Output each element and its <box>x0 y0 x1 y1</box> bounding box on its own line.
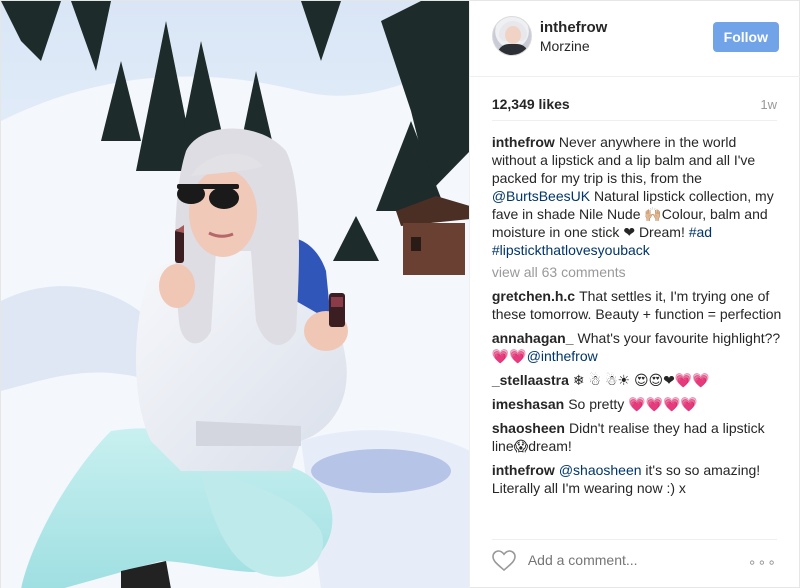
more-options-icon[interactable]: ∘∘∘ <box>748 554 777 571</box>
mention-link[interactable]: @inthefrow <box>527 348 598 364</box>
avatar[interactable] <box>491 16 532 56</box>
post-timestamp[interactable]: 1w <box>760 97 777 112</box>
hashtag-link[interactable]: #ad <box>689 224 712 240</box>
snow-scene-image <box>1 1 469 588</box>
post-sidebar: inthefrow Morzine Follow 12,349 likes 1w… <box>468 1 800 588</box>
heart-icon[interactable] <box>492 550 516 572</box>
comments-list: inthefrow Never anywhere in the world wit… <box>492 133 784 503</box>
comment-text: ❄ ☃ ☃☀ 😍😍❤💗💗 <box>572 372 710 388</box>
likes-count[interactable]: 12,349 likes <box>492 96 570 112</box>
hashtag-link[interactable]: #lipstickthatlovesyouback <box>492 242 650 258</box>
post-photo[interactable] <box>1 1 469 588</box>
username-link[interactable]: inthefrow <box>540 19 608 36</box>
comment-user-link[interactable]: inthefrow <box>492 462 555 478</box>
comment-user-link[interactable]: _stellaastra <box>492 372 569 388</box>
location-link[interactable]: Morzine <box>540 38 590 54</box>
view-all-comments-link[interactable]: view all 63 comments <box>492 263 784 281</box>
comment-user-link[interactable]: shaosheen <box>492 420 565 436</box>
comment: _stellaastra ❄ ☃ ☃☀ 😍😍❤💗💗 <box>492 371 784 389</box>
comment-text: So pretty 💗💗💗💗 <box>568 396 698 412</box>
comment-user-link[interactable]: gretchen.h.c <box>492 288 575 304</box>
comment: imeshasan So pretty 💗💗💗💗 <box>492 395 784 413</box>
mention-link[interactable]: @BurtsBeesUK <box>492 188 590 204</box>
caption: inthefrow Never anywhere in the world wit… <box>492 133 784 259</box>
comment-footer: ∘∘∘ <box>491 539 777 581</box>
comment: shaosheen Didn't realise they had a lipst… <box>492 419 784 455</box>
comment-user-link[interactable]: imeshasan <box>492 396 564 412</box>
follow-button[interactable]: Follow <box>712 22 779 52</box>
instagram-post: inthefrow Morzine Follow 12,349 likes 1w… <box>0 0 800 588</box>
add-comment-input[interactable] <box>527 552 728 568</box>
post-header: inthefrow Morzine Follow <box>469 1 800 77</box>
comment: annahagan_ What's your favourite highligh… <box>492 329 784 365</box>
mention-link[interactable]: @shaosheen <box>559 462 642 478</box>
comment: gretchen.h.c That settles it, I'm trying … <box>492 287 784 323</box>
comment: inthefrow @shaosheen it's so so amazing! … <box>492 461 784 497</box>
divider <box>491 120 777 121</box>
comment-user-link[interactable]: annahagan_ <box>492 330 574 346</box>
caption-user-link[interactable]: inthefrow <box>492 134 555 150</box>
